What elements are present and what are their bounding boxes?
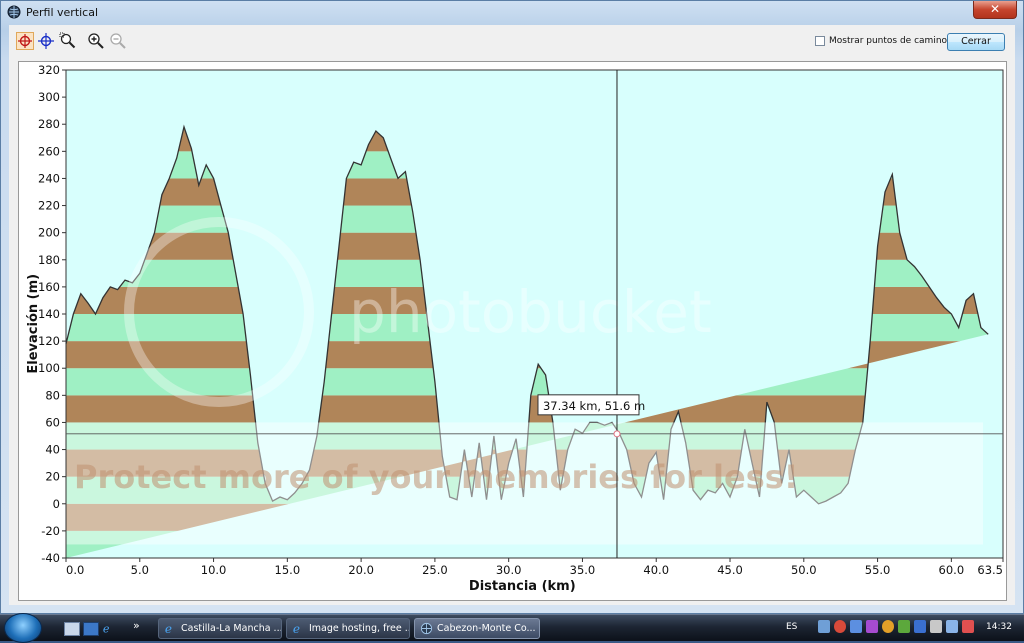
tray-app-icon[interactable] <box>866 620 878 633</box>
show-waypoints-label: Mostrar puntos de camino <box>829 36 948 46</box>
x-tick-label: 60.0 <box>939 563 965 577</box>
y-tick-label: 80 <box>45 388 60 402</box>
y-tick-label: 320 <box>38 63 60 77</box>
zoom-window-icon[interactable] <box>59 32 77 50</box>
update-icon[interactable] <box>882 620 894 633</box>
language-indicator[interactable]: ES <box>786 622 797 632</box>
y-tick-label: 20 <box>45 470 60 484</box>
window-close-button[interactable]: ✕ <box>973 1 1017 19</box>
messenger-icon[interactable] <box>850 620 862 633</box>
y-tick-label: 120 <box>38 334 60 348</box>
x-tick-label: 35.0 <box>570 563 596 577</box>
security-icon[interactable] <box>834 620 846 633</box>
ie-icon: e <box>293 622 300 635</box>
quicklaunch-overflow-icon[interactable]: » <box>133 619 140 632</box>
elevation-plot-frame[interactable]: photobucket Protect more of your memories… <box>18 61 1007 601</box>
y-tick-label: 300 <box>38 90 60 104</box>
ie-icon: e <box>165 622 172 635</box>
tray-app-icon[interactable] <box>898 620 910 633</box>
y-tick-label: -40 <box>41 551 60 565</box>
show-desktop-icon[interactable] <box>64 622 80 636</box>
taskbar-button-label: Image hosting, free ... <box>309 623 410 634</box>
x-tick-label: 10.0 <box>201 563 227 577</box>
x-tick-label: 0.0 <box>66 563 84 577</box>
taskbar-button-castilla[interactable]: e Castilla-La Mancha ... <box>158 618 282 639</box>
taskbar: e » e Castilla-La Mancha ... e Image hos… <box>0 613 1024 643</box>
y-tick-label: 60 <box>45 415 60 429</box>
y-tick-label: 160 <box>38 280 60 294</box>
printer-icon[interactable] <box>930 620 942 633</box>
start-button[interactable] <box>4 613 42 643</box>
x-tick-label: 30.0 <box>496 563 522 577</box>
y-axis-label: Elevación (m) <box>26 274 41 374</box>
y-tick-label: 140 <box>38 307 60 321</box>
toolbar: Mostrar puntos de camino Cerrar <box>9 25 1015 61</box>
y-tick-label: 260 <box>38 144 60 158</box>
cursor-crosshair-icon[interactable] <box>16 32 34 50</box>
x-tick-label: 40.0 <box>643 563 669 577</box>
client-area: Mostrar puntos de camino Cerrar photobuc… <box>9 25 1015 605</box>
svg-text:e: e <box>103 622 110 634</box>
switch-windows-icon[interactable] <box>83 622 99 636</box>
globe-icon <box>7 5 21 19</box>
volume-icon[interactable] <box>962 620 974 633</box>
y-tick-label: 100 <box>38 361 60 375</box>
show-waypoints-checkbox[interactable] <box>815 36 825 46</box>
y-tick-label: 240 <box>38 171 60 185</box>
svg-text:e: e <box>165 622 172 635</box>
tray-app-icon[interactable] <box>914 620 926 633</box>
cursor-point <box>613 430 621 438</box>
watermark-tagline: Protect more of your memories for less! <box>74 458 798 496</box>
elevation-profile-chart[interactable]: photobucket Protect more of your memories… <box>19 62 1006 600</box>
x-tick-label: 55.0 <box>865 563 891 577</box>
globe-icon <box>420 622 433 635</box>
x-tick-label: 50.0 <box>791 563 817 577</box>
x-tick-label: 63.5 <box>977 563 1003 577</box>
system-tray <box>818 620 974 633</box>
y-tick-label: 280 <box>38 117 60 131</box>
clock[interactable]: 14:32 <box>986 622 1012 632</box>
taskbar-button-cabezon[interactable]: Cabezon-Monte Co... <box>414 618 540 639</box>
network-icon[interactable] <box>818 620 830 633</box>
profile-window: Perfil vertical ✕ Mostrar puntos de cami… <box>0 0 1024 614</box>
taskbar-button-label: Castilla-La Mancha ... <box>181 623 282 634</box>
title-bar[interactable]: Perfil vertical ✕ <box>1 1 1023 23</box>
y-tick-label: 40 <box>45 443 60 457</box>
ie-icon[interactable]: e <box>101 622 115 634</box>
x-tick-label: 20.0 <box>348 563 374 577</box>
x-axis-label: Distancia (km) <box>469 579 576 594</box>
x-tick-label: 45.0 <box>717 563 743 577</box>
x-tick-label: 15.0 <box>275 563 301 577</box>
zoom-in-icon[interactable] <box>87 32 105 50</box>
y-tick-label: 0 <box>53 497 60 511</box>
taskbar-button-image-hosting[interactable]: e Image hosting, free ... <box>286 618 410 639</box>
crosshair-icon[interactable] <box>37 32 55 50</box>
y-tick-label: 200 <box>38 226 60 240</box>
watermark-brand: photobucket <box>349 278 712 346</box>
y-tick-label: 180 <box>38 253 60 267</box>
x-tick-label: 25.0 <box>422 563 448 577</box>
show-waypoints-toggle[interactable]: Mostrar puntos de camino <box>815 36 947 46</box>
zoom-out-icon[interactable] <box>109 32 127 50</box>
svg-text:e: e <box>293 622 300 635</box>
display-icon[interactable] <box>946 620 958 633</box>
window-title: Perfil vertical <box>26 6 99 19</box>
cursor-tooltip-label: 37.34 km, 51.6 m <box>543 399 645 413</box>
y-tick-label: 220 <box>38 199 60 213</box>
x-tick-label: 5.0 <box>131 563 149 577</box>
y-tick-label: -20 <box>41 524 60 538</box>
close-button[interactable]: Cerrar <box>947 33 1005 51</box>
taskbar-button-label: Cabezon-Monte Co... <box>437 623 536 634</box>
